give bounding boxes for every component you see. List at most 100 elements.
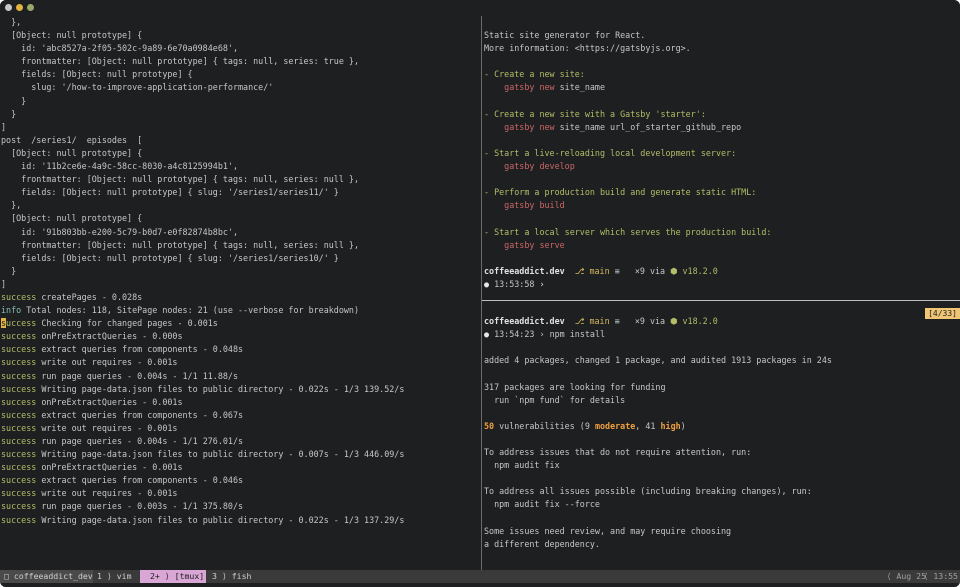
terminal-line: } [0,95,404,108]
terminal-text: coffeeaddict.dev [484,265,565,276]
terminal-text: - Create a new site: [484,69,585,80]
terminal-text: To address all issues possible (includin… [484,486,812,497]
terminal-text: createPages - 0.028s [36,291,143,302]
window-tab-tmux-active[interactable]: 2+ ⟩ [tmux] [140,570,206,583]
terminal-text: id: '91b803bb-e200-5c79-b0d7-e0f82874b8b… [1,226,238,237]
terminal-text: 13:54:23 [494,329,535,340]
left-pane-gatsby-output[interactable]: }, [Object: null prototype] { id: 'abc85… [0,16,481,570]
vertical-pane-divider[interactable] [481,16,482,570]
right-bottom-pane-lines: coffeeaddict.dev ⎇ main ≡ ×9 via ⬢ v18.2… [483,302,832,551]
terminal-text: success [1,501,37,512]
terminal-text: write out requires - 0.001s [36,357,178,368]
right-top-pane-tldr[interactable]: Static site generator for React. More inf… [483,16,960,299]
terminal-line: id: '11b2ce6e-4a9c-58cc-8030-a4c8125994b… [0,160,404,173]
terminal-text: success [1,370,37,381]
terminal-line: frontmatter: [Object: null prototype] { … [0,55,404,68]
terminal-text: - Perform a production build and generat… [484,187,757,198]
terminal-line: Static site generator for React. [483,29,771,42]
terminal-text: moderate [594,420,636,431]
terminal-text: success [1,344,37,355]
terminal-line: success onPreExtractQueries - 0.001s [0,396,404,409]
terminal-line: ] [0,121,404,134]
terminal-text: success [1,449,37,460]
terminal-text: ⬢ v18.2.0 [670,316,718,327]
terminal-text: id: 'abc8527a-2f05-502c-9a89-6e70a0984e6… [1,43,238,54]
terminal-text: success [1,383,37,394]
terminal-text: gatsby new [504,82,555,93]
left-pane-lines: }, [Object: null prototype] { id: 'abc85… [0,16,404,527]
terminal-text: } [1,265,17,276]
terminal-text: extract queries from components - 0.046s [36,475,244,486]
terminal-text: Writing page-data.json files to public d… [36,383,405,394]
terminal-text: extract queries from components - 0.067s [36,409,244,420]
terminal-text: run page queries - 0.003s - 1/1 375.80/s [36,501,244,512]
terminal-text: To address issues that do not require at… [484,447,752,458]
terminal-text: Checking for changed pages - 0.001s [36,318,218,329]
terminal-text: id: '11b2ce6e-4a9c-58cc-8030-a4c8125994b… [1,161,238,172]
terminal-line: ] [0,278,404,291]
terminal-text: gatsby new [504,121,555,132]
terminal-line: npm audit fix --force [483,498,832,511]
terminal-line: gatsby new site_name [483,81,771,94]
terminal-text: main [589,265,610,276]
terminal-text: added 4 packages, changed 1 package, and… [484,355,832,366]
terminal-text: onPreExtractQueries - 0.001s [36,462,183,473]
terminal-text: a different dependency. [484,538,600,549]
close-button[interactable] [5,4,12,11]
window-tab-fish[interactable]: 3 ⟩ fish [212,570,251,583]
terminal-text: frontmatter: [Object: null prototype] { … [1,56,359,67]
maximize-button[interactable] [27,4,34,11]
terminal-line: coffeeaddict.dev ⎇ main ≡ ×9 via ⬢ v18.2… [483,315,832,328]
terminal-text: Writing page-data.json files to public d… [36,449,405,460]
terminal-text: [Object: null prototype] { [1,147,143,158]
tmux-status-bar: □ coffeeaddict_dev 1 ⟩ vim 2+ ⟩ [tmux] 3… [0,570,960,583]
terminal-text: site_name [554,82,606,93]
terminal-text: run `npm fund` for details [484,394,626,405]
terminal-line: run `npm fund` for details [483,394,832,407]
terminal-text: info [1,305,22,316]
terminal-line: }, [0,16,404,29]
terminal-line: added 4 packages, changed 1 package, and… [483,354,832,367]
terminal-text: , 41 [635,420,661,431]
terminal-text: › [534,278,545,289]
terminal-line: [Object: null prototype] { [0,29,404,42]
window-tab-vim[interactable]: 1 ⟩ vim [97,570,132,583]
scroll-position-indicator: [4/33] [925,308,960,319]
terminal-text: slug: '/how-to-improve-application-perfo… [1,82,274,93]
minimize-button[interactable] [16,4,23,11]
terminal-text: 317 packages are looking for funding [484,381,666,392]
terminal-text: npm audit fix [484,460,560,471]
right-bottom-pane-npm[interactable]: coffeeaddict.dev ⎇ main ≡ ×9 via ⬢ v18.2… [483,302,960,570]
terminal-text: ) [680,420,686,431]
terminal-line: [Object: null prototype] { [0,147,404,160]
title-bar [0,0,960,16]
terminal-text: onPreExtractQueries - 0.000s [36,331,183,342]
terminal-line: More information: <https://gatsbyjs.org>… [483,42,771,55]
terminal-text: success [1,514,37,525]
terminal-line: info Total nodes: 118, SitePage nodes: 2… [0,304,404,317]
terminal-text: ⎇ [564,316,590,327]
terminal-text: gatsby build [504,200,565,211]
terminal-line: } [0,108,404,121]
terminal-text: }, [1,200,22,211]
session-name[interactable]: □ coffeeaddict_dev [0,570,93,583]
terminal-text: uccess [6,318,37,329]
horizontal-pane-divider[interactable] [482,300,960,301]
terminal-line: Some issues need review, and may require… [483,525,832,538]
terminal-line: gatsby new site_name url_of_starter_gith… [483,121,771,134]
terminal-line: npm audit fix [483,459,832,472]
terminal-text: [Object: null prototype] { [1,30,143,41]
terminal-text: - Start a local server which serves the … [484,226,772,237]
terminal-text: high [660,420,681,431]
terminal-line: - Create a new site: [483,68,771,81]
status-time: ⟨ 13:55 [923,571,958,581]
terminal-text: write out requires - 0.001s [36,488,178,499]
